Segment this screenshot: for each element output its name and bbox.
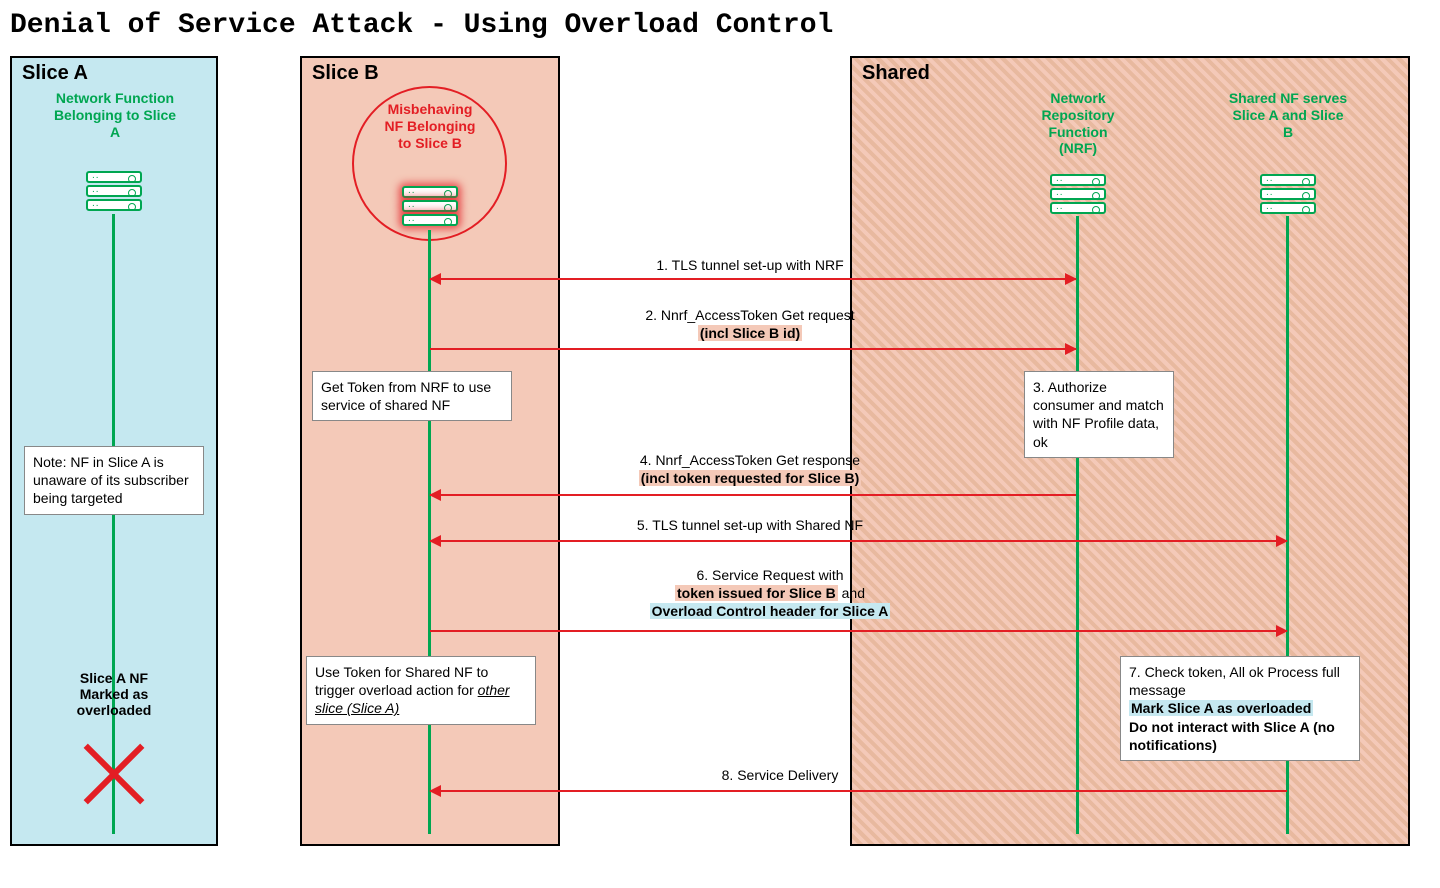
note-check-l1: 7. Check token, All ok Process full mess… xyxy=(1129,664,1340,698)
note-use-token: Use Token for Shared NF to trigger overl… xyxy=(306,656,536,725)
msg-6-hl2: Overload Control header for Slice A xyxy=(650,603,891,619)
server-icon-nrf xyxy=(1050,174,1106,214)
arrow-msg-5 xyxy=(430,540,1287,542)
status-slice-a-overloaded: Slice A NF Marked as overloaded xyxy=(54,670,174,718)
msg-6-text: 6. Service Request with token issued for… xyxy=(570,566,970,621)
nf-label-nrf: Network Repository Function (NRF) xyxy=(1028,90,1128,157)
arrow-msg-2 xyxy=(430,348,1076,350)
arrow-msg-6 xyxy=(430,630,1287,632)
msg-2-highlight: (incl Slice B id) xyxy=(698,325,802,341)
msg-4-main: 4. Nnrf_AccessToken Get response xyxy=(640,452,860,468)
note-slice-a-unaware: Note: NF in Slice A is unaware of its su… xyxy=(24,446,204,515)
msg-4-highlight: (incl token requested for Slice B) xyxy=(639,470,862,486)
region-title-slice-b: Slice B xyxy=(312,62,379,85)
cross-icon xyxy=(74,734,154,814)
server-icon-misbehaving xyxy=(402,186,458,226)
msg-6-hl1: token issued for Slice B xyxy=(675,585,838,601)
arrow-msg-1 xyxy=(430,278,1076,280)
note-use-token-pre: Use Token for Shared NF to trigger overl… xyxy=(315,664,488,698)
note-check-l2: Mark Slice A as overloaded xyxy=(1129,700,1313,716)
note-check-token: 7. Check token, All ok Process full mess… xyxy=(1120,656,1360,761)
msg-2-main: 2. Nnrf_AccessToken Get request xyxy=(645,307,854,323)
msg-8-text: 8. Service Delivery xyxy=(630,766,930,784)
msg-6-and: and xyxy=(838,585,865,601)
server-icon-shared-nf xyxy=(1260,174,1316,214)
lifeline-slice-b xyxy=(428,230,431,834)
msg-6-main: 6. Service Request with xyxy=(696,567,843,583)
note-authorize: 3. Authorize consumer and match with NF … xyxy=(1024,371,1174,458)
msg-1-text: 1. TLS tunnel set-up with NRF xyxy=(570,256,930,274)
arrow-msg-8 xyxy=(430,790,1287,792)
msg-5-text: 5. TLS tunnel set-up with Shared NF xyxy=(570,516,930,534)
lifeline-nrf xyxy=(1076,216,1079,834)
msg-2-text: 2. Nnrf_AccessToken Get request (incl Sl… xyxy=(570,306,930,342)
arrow-msg-4 xyxy=(430,494,1076,496)
region-title-shared: Shared xyxy=(862,62,930,85)
server-icon-slice-a xyxy=(86,171,142,211)
nf-label-slice-a: Network Function Belonging to Slice A xyxy=(50,90,180,140)
page-title: Denial of Service Attack - Using Overloa… xyxy=(10,10,1430,41)
nf-label-misbehaving: Misbehaving NF Belonging to Slice B xyxy=(380,101,480,151)
nf-label-shared-nf: Shared NF serves Slice A and Slice B xyxy=(1228,90,1348,140)
msg-4-text: 4. Nnrf_AccessToken Get response (incl t… xyxy=(570,451,930,487)
note-get-token: Get Token from NRF to use service of sha… xyxy=(312,371,512,421)
region-title-slice-a: Slice A xyxy=(22,62,88,85)
note-check-l3: Do not interact with Slice A (no notific… xyxy=(1129,719,1335,753)
sequence-diagram: Slice A Slice B Shared Network Function … xyxy=(10,56,1430,856)
